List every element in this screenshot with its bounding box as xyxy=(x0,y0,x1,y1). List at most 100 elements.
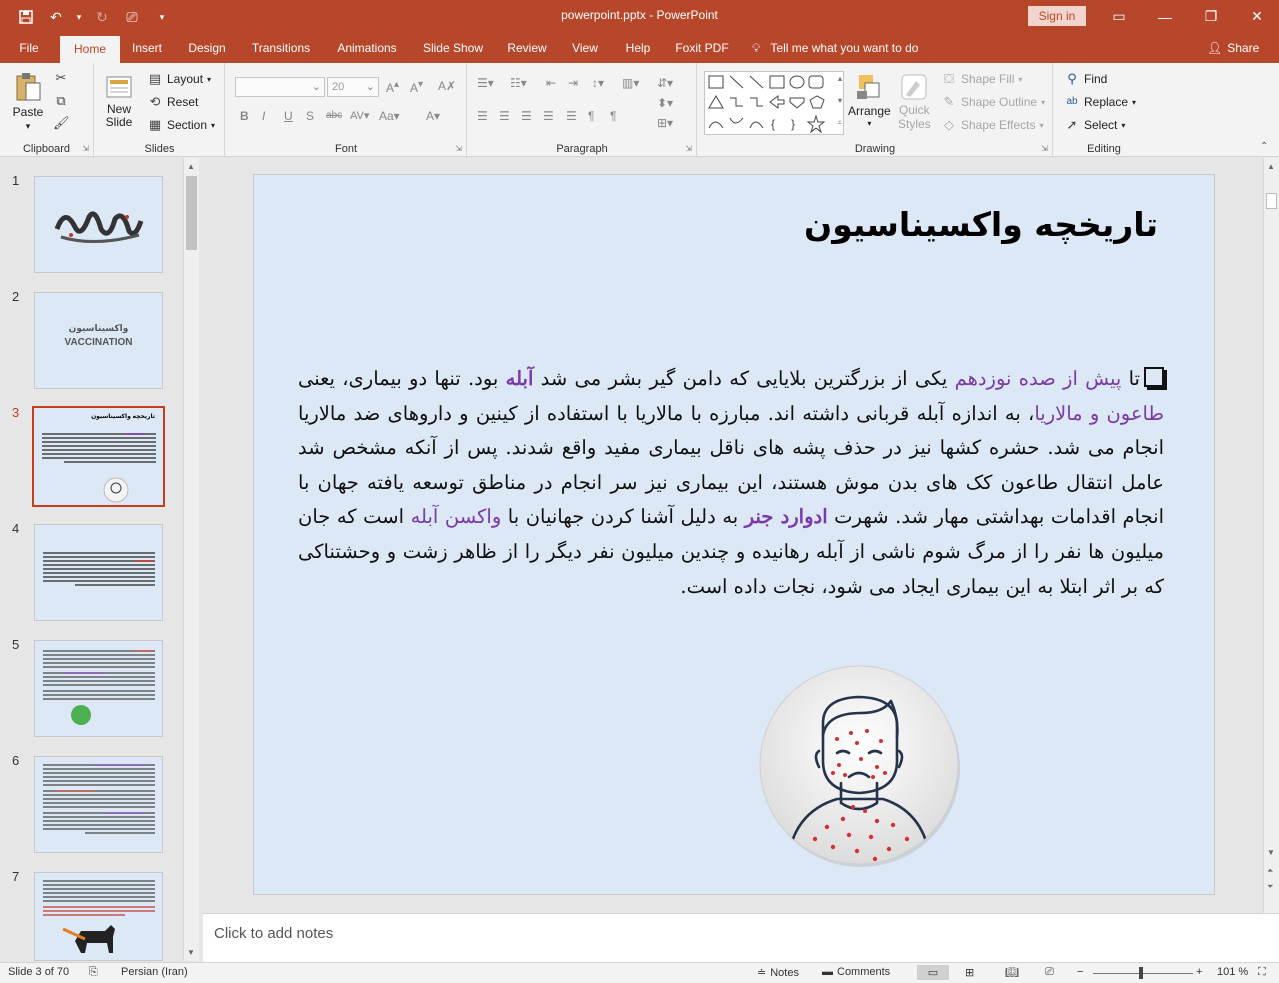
tab-view[interactable]: View xyxy=(566,33,604,63)
decrease-indent-icon[interactable]: ⇤ xyxy=(546,76,556,90)
slide-thumbnail-6[interactable] xyxy=(34,756,163,853)
numbering-icon[interactable]: ☷▾ xyxy=(510,76,527,90)
reading-view-button[interactable]: 📖︎ xyxy=(1005,966,1019,979)
columns-icon[interactable]: ▥▾ xyxy=(622,76,639,90)
shadow-icon[interactable]: S xyxy=(306,109,314,123)
bold-icon[interactable]: B xyxy=(240,109,249,123)
close-button[interactable]: ✕ xyxy=(1234,0,1279,33)
slide-thumbnail-2[interactable]: واکسیناسیون VACCINATION xyxy=(34,292,163,389)
align-left-icon[interactable]: ☰ xyxy=(477,109,488,123)
collapse-ribbon-icon[interactable]: ⌃ xyxy=(1260,141,1268,152)
shape-fill-button[interactable]: ⛋ Shape Fill ▾ xyxy=(941,71,1022,87)
zoom-out-button[interactable]: − xyxy=(1077,966,1083,978)
font-size-combo[interactable]: 20 ⌄ xyxy=(327,77,379,97)
cut-icon[interactable]: ✂ xyxy=(53,70,69,86)
scroll-up-icon[interactable]: ▲ xyxy=(187,162,195,171)
thumbnails-scrollbar[interactable]: ▲ ▼ xyxy=(183,158,199,961)
slide-thumbnail-4[interactable] xyxy=(34,524,163,621)
tab-foxit-pdf[interactable]: Foxit PDF xyxy=(671,33,733,63)
minimize-button[interactable]: — xyxy=(1142,0,1188,33)
change-case-icon[interactable]: Aa▾ xyxy=(379,109,400,123)
font-color-icon[interactable]: A▾ xyxy=(426,109,440,123)
tab-slide-show[interactable]: Slide Show xyxy=(418,33,488,63)
tell-me-box[interactable]: 💡︎ Tell me what you want to do xyxy=(752,33,918,63)
slide-scrollbar[interactable]: ▲ ▼ ⏶ ⏷ xyxy=(1263,158,1279,913)
text-direction-icon[interactable]: ⇵▾ xyxy=(657,76,673,90)
align-right-icon[interactable]: ☰ xyxy=(521,109,532,123)
language-indicator[interactable]: Persian (Iran) xyxy=(121,966,188,978)
underline-icon[interactable]: U xyxy=(284,109,293,123)
copy-icon[interactable]: ⧉ xyxy=(53,93,69,109)
zoom-in-button[interactable]: + xyxy=(1196,966,1202,978)
slide-thumbnail-1[interactable] xyxy=(34,176,163,273)
zoom-slider-track[interactable] xyxy=(1093,973,1193,974)
paragraph-launcher-icon[interactable]: ⇲ xyxy=(685,144,692,153)
fit-slide-icon[interactable]: ⛶ xyxy=(1258,966,1266,979)
shapes-gallery[interactable]: {} ▴ ▾ ⩡ xyxy=(704,71,844,135)
spell-check-icon[interactable]: ⎘ xyxy=(89,966,98,979)
decrease-font-icon[interactable]: A▾ xyxy=(410,79,423,95)
gallery-more-icon[interactable]: ⩡ xyxy=(837,118,842,128)
reset-button[interactable]: ⟲ Reset xyxy=(147,94,199,110)
section-button[interactable]: ▦ Section ▾ xyxy=(147,117,215,133)
slide-thumbnail-3[interactable]: تاریخچه واکسیناسیون xyxy=(32,406,165,507)
zoom-level[interactable]: 101 % xyxy=(1217,966,1248,978)
slide-thumbnail-7[interactable] xyxy=(34,872,163,961)
tab-review[interactable]: Review xyxy=(502,33,552,63)
previous-slide-icon[interactable]: ⏶ xyxy=(1267,866,1273,876)
sick-person-illustration[interactable] xyxy=(757,663,961,867)
paste-button[interactable]: Paste ▾ xyxy=(12,71,44,132)
slide-thumbnail-5[interactable] xyxy=(34,640,163,737)
tab-home[interactable]: Home xyxy=(60,36,120,63)
scroll-down-icon[interactable]: ▼ xyxy=(187,948,195,957)
font-launcher-icon[interactable]: ⇲ xyxy=(455,144,462,153)
rtl-icon[interactable]: ¶ xyxy=(588,109,594,123)
scroll-down-icon[interactable]: ▼ xyxy=(1267,848,1275,857)
tab-animations[interactable]: Animations xyxy=(330,33,404,63)
clipboard-launcher-icon[interactable]: ⇲ xyxy=(82,144,89,153)
scrollbar-thumb[interactable] xyxy=(186,176,197,250)
character-spacing-icon[interactable]: AV▾ xyxy=(350,109,369,122)
shape-effects-button[interactable]: ◇ Shape Effects ▾ xyxy=(941,117,1044,133)
slide-body-text[interactable]: تا پیش از صده نوزدهم یکی از بزرگترین بلا… xyxy=(298,362,1164,604)
increase-indent-icon[interactable]: ⇥ xyxy=(568,76,578,90)
find-button[interactable]: ⚲ Find xyxy=(1064,71,1107,87)
slideshow-button[interactable]: ⎚ xyxy=(1045,966,1054,979)
smartart-icon[interactable]: ⊞▾ xyxy=(657,116,673,130)
scrollbar-thumb[interactable] xyxy=(1266,193,1277,209)
gallery-scroll-up-icon[interactable]: ▴ xyxy=(838,74,842,83)
drawing-launcher-icon[interactable]: ⇲ xyxy=(1041,144,1048,153)
restore-button[interactable]: ❐ xyxy=(1188,0,1234,33)
notes-pane[interactable]: Click to add notes xyxy=(203,913,1279,962)
slide-sorter-button[interactable]: ⊞ xyxy=(965,966,974,979)
arrange-button[interactable]: Arrange ▾ xyxy=(848,71,891,128)
tab-transitions[interactable]: Transitions xyxy=(246,33,316,63)
tab-insert[interactable]: Insert xyxy=(125,33,169,63)
ltr-icon[interactable]: ¶ xyxy=(610,109,616,123)
next-slide-icon[interactable]: ⏷ xyxy=(1267,882,1273,892)
replace-button[interactable]: ab Replace ▾ xyxy=(1064,94,1136,110)
format-painter-icon[interactable]: 🖌︎ xyxy=(53,115,70,131)
tab-help[interactable]: Help xyxy=(619,33,657,63)
justify-icon[interactable]: ☰ xyxy=(543,109,554,123)
new-slide-button[interactable]: New Slide xyxy=(103,71,135,129)
align-text-icon[interactable]: ⬍▾ xyxy=(657,96,673,110)
italic-icon[interactable]: I xyxy=(262,109,265,123)
zoom-slider-handle[interactable] xyxy=(1139,967,1143,979)
select-button[interactable]: ➚ Select ▾ xyxy=(1064,117,1126,133)
scroll-up-icon[interactable]: ▲ xyxy=(1267,162,1275,171)
shape-outline-button[interactable]: ✎ Shape Outline ▾ xyxy=(941,94,1046,110)
bullets-icon[interactable]: ☰▾ xyxy=(477,76,494,90)
quick-styles-button[interactable]: Quick Styles xyxy=(898,71,931,131)
line-spacing-icon[interactable]: ↕▾ xyxy=(592,76,604,90)
align-center-icon[interactable]: ☰ xyxy=(499,109,510,123)
sign-in-button[interactable]: Sign in xyxy=(1028,6,1086,26)
current-slide[interactable]: تاریخچه واکسیناسیون تا پیش از صده نوزدهم… xyxy=(253,174,1215,895)
slide-title[interactable]: تاریخچه واکسیناسیون xyxy=(804,205,1158,244)
increase-font-icon[interactable]: A▴ xyxy=(386,79,399,95)
strikethrough-icon[interactable]: abc xyxy=(326,110,342,121)
tab-design[interactable]: Design xyxy=(182,33,232,63)
gallery-scroll-down-icon[interactable]: ▾ xyxy=(838,96,842,105)
notes-button[interactable]: ≐ Notes xyxy=(757,966,799,980)
font-name-combo[interactable]: ⌄ xyxy=(235,77,325,97)
